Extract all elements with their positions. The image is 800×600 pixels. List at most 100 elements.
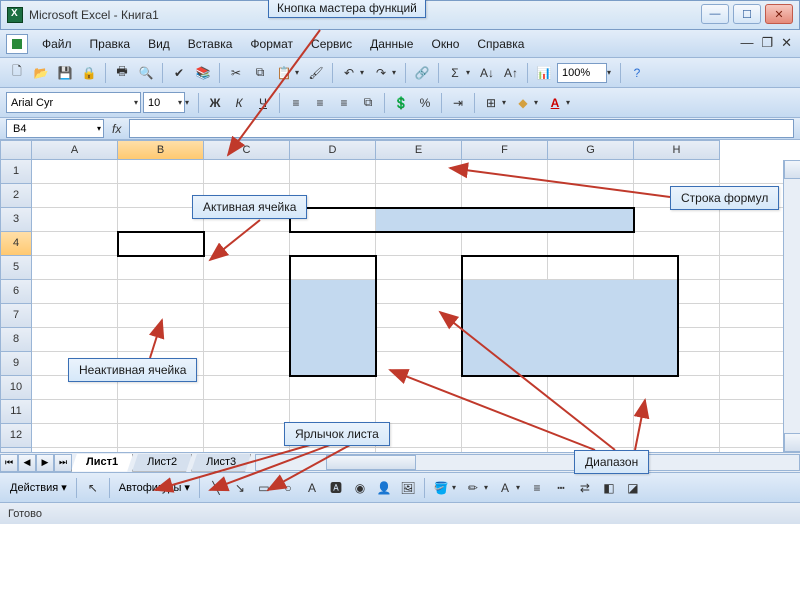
cell[interactable] <box>634 376 720 400</box>
cell[interactable] <box>290 160 376 184</box>
col-header-b[interactable]: B <box>118 140 204 160</box>
cell[interactable] <box>204 304 290 328</box>
sheet-tab-2[interactable]: Лист2 <box>132 454 192 472</box>
rectangle-icon[interactable]: ▭ <box>253 477 275 499</box>
cell[interactable] <box>634 208 720 232</box>
menu-window[interactable]: Окно <box>423 34 467 54</box>
underline-button[interactable]: Ч <box>252 92 274 114</box>
cell[interactable] <box>118 232 204 256</box>
menu-edit[interactable]: Правка <box>82 34 139 54</box>
maximize-button[interactable]: ☐ <box>733 4 761 24</box>
sheet-tab-1[interactable]: Лист1 <box>71 454 133 472</box>
cell[interactable] <box>204 280 290 304</box>
print-icon[interactable]: 🖶 <box>111 62 133 84</box>
help-icon[interactable]: ? <box>626 62 648 84</box>
tab-first-button[interactable]: ⏮ <box>0 454 18 472</box>
cell[interactable] <box>290 376 376 400</box>
menu-insert[interactable]: Вставка <box>180 34 241 54</box>
menu-view[interactable]: Вид <box>140 34 178 54</box>
cell[interactable] <box>634 400 720 424</box>
cell[interactable] <box>548 424 634 448</box>
cell[interactable] <box>204 400 290 424</box>
cell[interactable] <box>462 160 548 184</box>
cell[interactable] <box>548 256 634 280</box>
fill-color-icon[interactable]: ◆ <box>512 92 534 114</box>
clipart-icon[interactable]: 👤 <box>373 477 395 499</box>
cell[interactable] <box>548 376 634 400</box>
row-header[interactable]: 12 <box>0 424 32 448</box>
cell[interactable] <box>32 304 118 328</box>
align-left-icon[interactable]: ≡ <box>285 92 307 114</box>
cell[interactable] <box>204 352 290 376</box>
merge-icon[interactable]: ⧉ <box>357 92 379 114</box>
cell[interactable] <box>548 184 634 208</box>
arrowstyle-icon[interactable]: ⇄ <box>574 477 596 499</box>
tab-prev-button[interactable]: ◀ <box>18 454 36 472</box>
row-header[interactable]: 2 <box>0 184 32 208</box>
linecolor-icon[interactable]: ✏ <box>462 477 484 499</box>
col-header-g[interactable]: G <box>548 140 634 160</box>
cell[interactable] <box>376 184 462 208</box>
cell[interactable] <box>32 424 118 448</box>
cell[interactable] <box>376 280 462 304</box>
doc-minimize-button[interactable]: — <box>740 35 753 51</box>
cell[interactable] <box>204 232 290 256</box>
cell[interactable] <box>118 304 204 328</box>
cell[interactable] <box>548 160 634 184</box>
row-header[interactable]: 11 <box>0 400 32 424</box>
cell[interactable] <box>376 376 462 400</box>
cell[interactable] <box>462 256 548 280</box>
cell[interactable] <box>118 424 204 448</box>
currency-icon[interactable]: 💲 <box>390 92 412 114</box>
font-size-combo[interactable]: 10▾ <box>143 92 185 113</box>
cell[interactable] <box>118 280 204 304</box>
close-button[interactable]: ✕ <box>765 4 793 24</box>
bold-button[interactable]: Ж <box>204 92 226 114</box>
cell[interactable] <box>290 400 376 424</box>
picture-icon[interactable]: 🖼 <box>397 477 419 499</box>
menu-data[interactable]: Данные <box>362 34 421 54</box>
horizontal-scrollbar[interactable] <box>255 454 800 471</box>
align-right-icon[interactable]: ≡ <box>333 92 355 114</box>
oval-icon[interactable]: ○ <box>277 477 299 499</box>
cell[interactable] <box>118 256 204 280</box>
lineweight-icon[interactable]: ≡ <box>526 477 548 499</box>
diagram-icon[interactable]: ◉ <box>349 477 371 499</box>
col-header-f[interactable]: F <box>462 140 548 160</box>
font-color-icon[interactable]: A <box>544 92 566 114</box>
menu-format[interactable]: Формат <box>242 34 301 54</box>
cell[interactable] <box>32 400 118 424</box>
open-icon[interactable]: 📂 <box>30 62 52 84</box>
menu-tools[interactable]: Сервис <box>303 34 360 54</box>
cell[interactable] <box>376 352 462 376</box>
name-box[interactable]: B4▾ <box>6 119 104 138</box>
doc-close-button[interactable]: ✕ <box>781 35 792 51</box>
cut-icon[interactable]: ✂ <box>225 62 247 84</box>
align-center-icon[interactable]: ≡ <box>309 92 331 114</box>
select-arrow-icon[interactable]: ↖ <box>82 477 104 499</box>
redo-icon[interactable]: ↷ <box>370 62 392 84</box>
chart-icon[interactable]: 📊 <box>533 62 555 84</box>
copy-icon[interactable]: ⧉ <box>249 62 271 84</box>
cell[interactable] <box>376 304 462 328</box>
3d-icon[interactable]: ◪ <box>622 477 644 499</box>
sort-asc-icon[interactable]: A↓ <box>476 62 498 84</box>
spellcheck-icon[interactable]: ✔ <box>168 62 190 84</box>
undo-icon[interactable]: ↶ <box>338 62 360 84</box>
row-header[interactable]: 9 <box>0 352 32 376</box>
col-header-d[interactable]: D <box>290 140 376 160</box>
col-header-a[interactable]: A <box>32 140 118 160</box>
indent-icon[interactable]: ⇥ <box>447 92 469 114</box>
cell[interactable] <box>634 256 720 280</box>
line-icon[interactable]: ╲ <box>205 477 227 499</box>
row-header[interactable]: 3 <box>0 208 32 232</box>
fx-button[interactable]: fx <box>112 122 121 136</box>
cell[interactable] <box>376 160 462 184</box>
fillcolor-icon[interactable]: 🪣 <box>430 477 452 499</box>
shadow-icon[interactable]: ◧ <box>598 477 620 499</box>
percent-icon[interactable]: % <box>414 92 436 114</box>
new-icon[interactable]: 🗋 <box>6 62 28 84</box>
cell[interactable] <box>204 160 290 184</box>
col-header-e[interactable]: E <box>376 140 462 160</box>
zoom-combo[interactable]: 100% <box>557 63 607 83</box>
